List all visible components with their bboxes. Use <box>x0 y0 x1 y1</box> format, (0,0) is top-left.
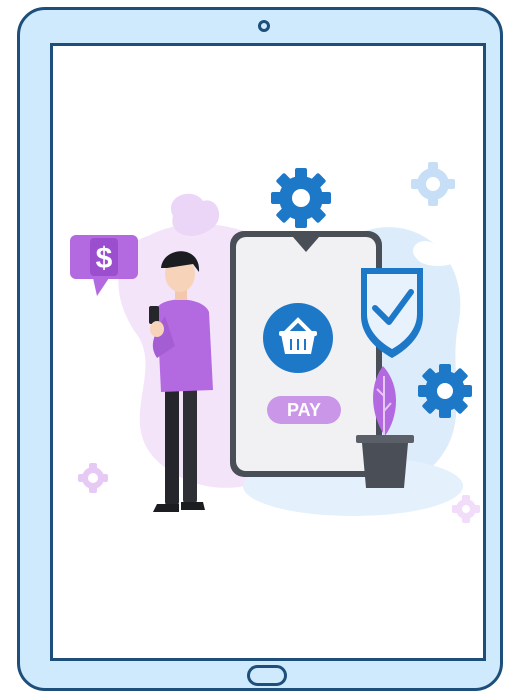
payment-illustration: PAY $ <box>70 162 480 523</box>
gear-icon-small-left <box>78 463 108 493</box>
home-button[interactable] <box>247 665 287 686</box>
camera-icon <box>258 20 270 32</box>
pay-label: PAY <box>287 400 321 420</box>
gear-icon-right <box>418 364 472 418</box>
dollar-symbol: $ <box>96 242 113 275</box>
pay-button-graphic: PAY <box>267 396 341 424</box>
shopping-basket-icon <box>263 303 333 373</box>
tablet-screen: PAY $ <box>50 43 486 661</box>
gear-icon-small-right <box>452 495 480 523</box>
gear-icon-light-top-right <box>411 162 455 206</box>
gear-icon-large-top <box>271 168 331 228</box>
